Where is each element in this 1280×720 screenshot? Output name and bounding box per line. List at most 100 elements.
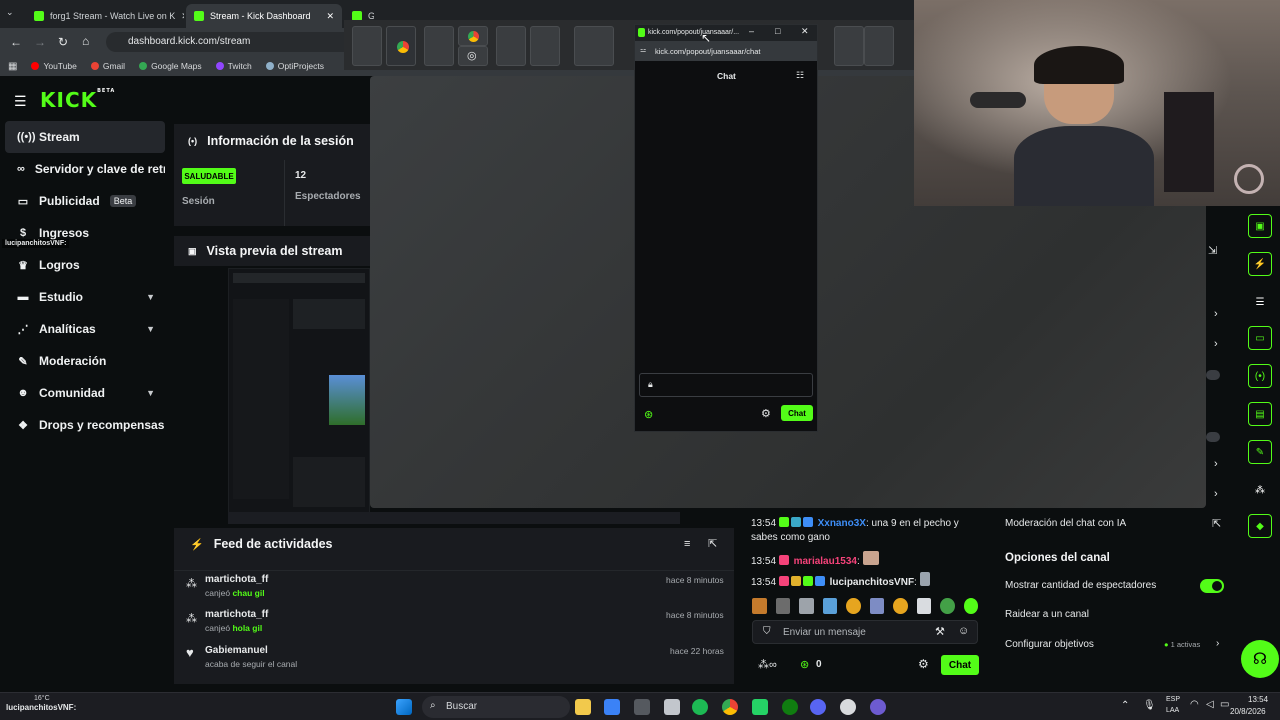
nodes-icon[interactable]: ⁂ (1248, 478, 1272, 502)
windows-start-icon[interactable] (396, 699, 412, 715)
diamond-icon[interactable]: ◆ (1248, 514, 1272, 538)
sidebar-item-drops[interactable]: ❖ Drops y recompensas (5, 409, 165, 441)
emote-icon[interactable] (775, 598, 790, 614)
chat-user[interactable]: marialau1534 (794, 556, 857, 567)
chat-send-button[interactable]: Chat (941, 655, 979, 675)
emote-icon[interactable] (846, 598, 861, 614)
close-icon[interactable]: ✕ (326, 11, 334, 22)
emote-picker-icon[interactable]: ⚒ (935, 625, 945, 638)
file-explorer-icon[interactable] (575, 699, 591, 715)
battery-icon[interactable]: ▭ (1220, 699, 1229, 710)
kick-logo[interactable]: KICKBETA (40, 88, 115, 112)
window-thumbnail[interactable] (496, 26, 526, 66)
external-link-icon[interactable]: ⇱ (1212, 517, 1221, 530)
layers-icon[interactable]: ▤ (1248, 402, 1272, 426)
headset-help-icon[interactable]: ☊ (1241, 640, 1279, 678)
bookmark-google-maps[interactable]: Google Maps (139, 61, 202, 71)
store-icon[interactable] (604, 699, 620, 715)
sidebar-item-achievements[interactable]: ♛ Logros (5, 249, 165, 281)
volume-icon[interactable]: ◁ (1206, 699, 1214, 710)
window-thumbnail[interactable] (864, 26, 894, 66)
goals-link[interactable]: Configurar objetivos (1005, 639, 1094, 650)
site-info-icon[interactable]: ⚍ (640, 46, 646, 54)
tab-search-button[interactable]: ⌄ (6, 7, 20, 21)
sidebar-item-ads[interactable]: ▭ Publicidad Beta (5, 185, 165, 217)
lang-bottom[interactable]: LAA (1166, 707, 1179, 714)
chat-icon[interactable]: ▭ (1248, 326, 1272, 350)
expand-icon[interactable]: ⇲ (1208, 244, 1217, 257)
taskbar-search[interactable]: ⌕ Buscar (422, 696, 570, 718)
stream-preview-video[interactable] (228, 268, 370, 520)
window-thumbnail[interactable] (424, 26, 454, 66)
window-thumbnail[interactable] (530, 26, 560, 66)
url-field[interactable]: dashboard.kick.com/stream (106, 32, 356, 52)
close-icon[interactable]: ✕ (801, 26, 809, 37)
window-thumbnail[interactable] (574, 26, 614, 66)
chevron-up-icon[interactable]: ⌃ (1121, 700, 1129, 711)
wrench-icon[interactable]: ✎ (1248, 440, 1272, 464)
sidebar-item-moderation[interactable]: ✎ Moderación (5, 345, 165, 377)
home-icon[interactable]: ⌂ (82, 34, 89, 48)
smile-icon[interactable]: ☺ (958, 625, 969, 637)
filter-icon[interactable]: ≡ (684, 538, 690, 550)
users-icon[interactable]: ☷ (796, 70, 804, 81)
sidebar-item-studio[interactable]: ▬ Estudio ▼ (5, 281, 165, 313)
back-icon[interactable]: ← (10, 35, 22, 49)
emote-icon[interactable] (963, 598, 978, 614)
ai-mod-link[interactable]: Moderación del chat con IA (1005, 518, 1126, 529)
popout-send-button[interactable]: Chat (781, 405, 813, 421)
menu-icon[interactable]: ☰ (14, 93, 27, 110)
stream-icon[interactable]: ▣ (1248, 214, 1272, 238)
toggle-off[interactable] (1206, 432, 1220, 442)
sidebar-item-community[interactable]: ☻ Comunidad ▼ (5, 377, 165, 409)
bookmark-youtube[interactable]: YouTube (31, 61, 77, 71)
lightning-icon[interactable]: ⚡ (1248, 252, 1272, 276)
wifi-icon[interactable]: ◠ (1190, 699, 1199, 710)
emote-icon[interactable] (869, 598, 884, 614)
forward-icon[interactable]: → (34, 35, 46, 49)
window-thumbnail[interactable]: ◎ (458, 46, 488, 66)
chat-input[interactable]: ⛉ Enviar un mensaje ⚒ ☺ (752, 620, 978, 644)
window-thumbnail[interactable] (386, 26, 416, 66)
window-thumbnail[interactable] (834, 26, 864, 66)
broadcast-icon[interactable]: (•) (1248, 364, 1272, 388)
emote-icon[interactable] (799, 598, 814, 614)
reload-icon[interactable]: ↻ (58, 35, 68, 49)
discord-icon[interactable] (810, 699, 826, 715)
app-icon[interactable] (634, 699, 650, 715)
obs-icon[interactable] (840, 699, 856, 715)
spotify-icon[interactable] (692, 699, 708, 715)
sidebar-item-analytics[interactable]: ⋰ Analíticas ▼ (5, 313, 165, 345)
clock-date[interactable]: 20/8/2026 (1230, 707, 1266, 716)
epic-games-icon[interactable] (664, 699, 680, 715)
chat-user[interactable]: lucipanchitosVNF (830, 577, 914, 588)
emote-icon[interactable] (916, 598, 931, 614)
raid-link[interactable]: Raidear a un canal (1005, 609, 1089, 620)
sidebar-item-stream[interactable]: ((•)) Stream (5, 121, 165, 153)
chat-user[interactable]: Xxnano3X (818, 518, 866, 529)
emote-icon[interactable] (940, 598, 955, 614)
show-viewers-toggle[interactable] (1200, 579, 1224, 593)
lang-top[interactable]: ESP (1166, 696, 1180, 703)
settings-icon[interactable]: ⚙ (918, 657, 929, 671)
app-icon[interactable] (870, 699, 886, 715)
bookmark-gmail[interactable]: Gmail (90, 61, 125, 71)
settings-icon[interactable]: ⚙ (761, 407, 771, 420)
window-thumbnail[interactable] (352, 26, 382, 66)
bookmark-optiprojects[interactable]: OptiProjects (265, 61, 324, 71)
popout-icon[interactable]: ⇱ (708, 537, 717, 550)
emote-icon[interactable] (822, 598, 837, 614)
tab-kick-dashboard[interactable]: Stream - Kick Dashboard ✕ (186, 4, 342, 28)
list-icon[interactable]: ☰ (1248, 290, 1272, 314)
infinity-icon[interactable]: ⁂∞ (758, 658, 777, 671)
close-icon[interactable]: ✕ (181, 11, 184, 22)
window-thumbnail[interactable] (458, 26, 488, 46)
emote-icon[interactable] (752, 598, 767, 614)
xbox-icon[interactable] (782, 699, 798, 715)
feed-user[interactable]: martichota_ff (205, 609, 268, 620)
emote-icon[interactable] (893, 598, 908, 614)
toggle-off[interactable] (1206, 370, 1220, 380)
maximize-icon[interactable]: □ (775, 26, 780, 36)
bookmark-twitch[interactable]: Twitch (215, 61, 252, 71)
tab-kick-stream[interactable]: forg1 Stream - Watch Live on K ✕ (26, 4, 184, 28)
